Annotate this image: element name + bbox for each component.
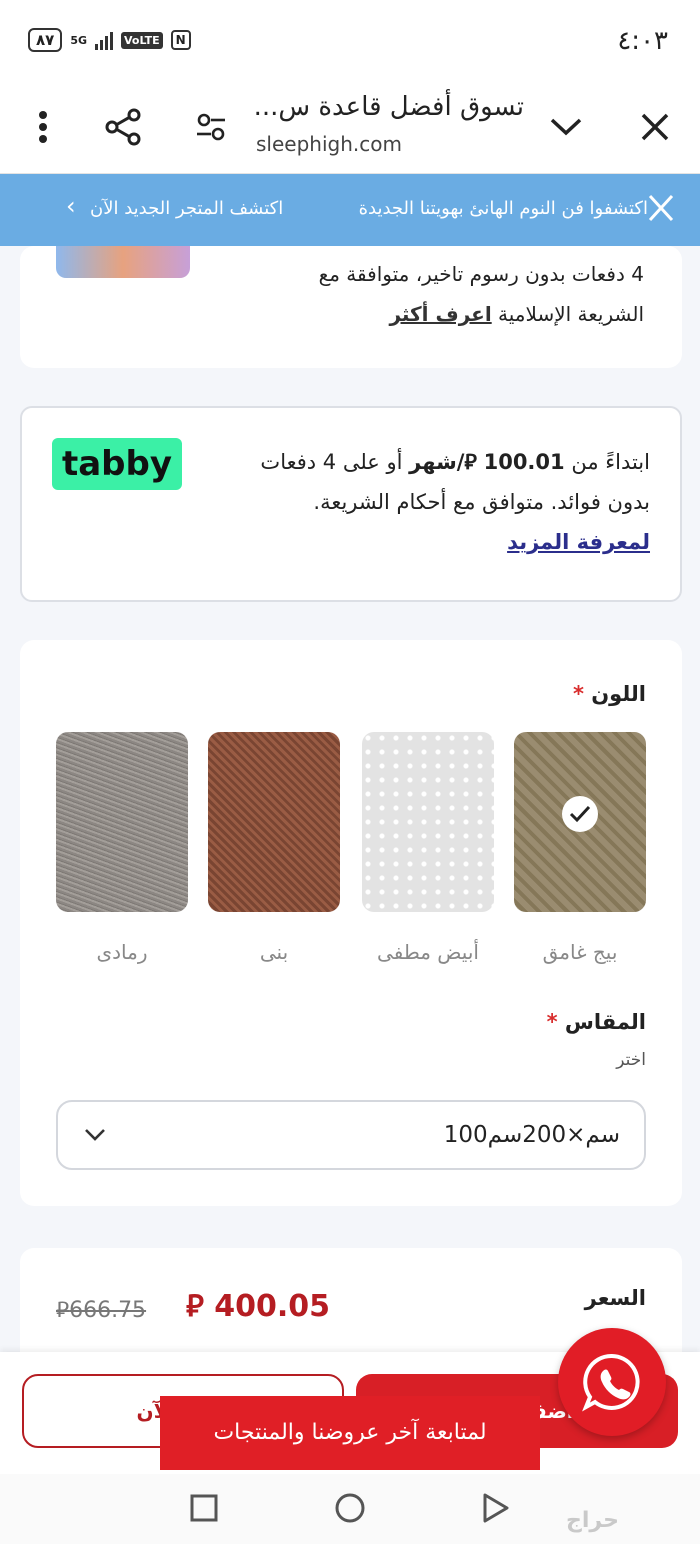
battery-indicator: ٨٧ xyxy=(28,28,63,52)
tabby-currency: ⃁ xyxy=(464,450,477,474)
selected-check-icon xyxy=(562,796,598,832)
browser-app-bar: تسوق أفضل قاعدة س... sleephigh.com xyxy=(0,82,700,174)
tabby-prefix: ابتداءً من xyxy=(571,450,650,474)
signal-icon xyxy=(95,30,113,50)
chevron-left-icon[interactable]: ‹ xyxy=(66,192,76,220)
banner-cta-link[interactable]: اكتشف المتجر الجديد الآن xyxy=(90,198,283,219)
swatch-matte-white[interactable] xyxy=(362,732,494,912)
current-price-currency: ⃁ xyxy=(186,1289,204,1324)
follow-toast[interactable]: لمتابعة آخر عروضنا والمنتجات xyxy=(160,1396,540,1470)
tune-icon xyxy=(197,113,225,141)
swatch-label-matte-white: أبيض مطفى xyxy=(377,940,479,964)
status-bar: ٨٧ 5G VoLTE N ٤:٠٣ xyxy=(0,0,700,82)
tabby-learn-more-link[interactable]: لمعرفة المزيد xyxy=(507,530,650,554)
size-selected-value: 100سم×200سم xyxy=(443,1122,620,1148)
swatch-grey[interactable] xyxy=(56,732,188,912)
tamara-learn-more-link[interactable]: اعرف أكثر xyxy=(389,302,491,326)
recent-apps-icon[interactable] xyxy=(190,1494,218,1522)
old-price: ⃁666.75 xyxy=(56,1296,146,1324)
expand-button[interactable] xyxy=(541,102,591,152)
required-star: * xyxy=(572,682,584,706)
tabby-logo: tabby xyxy=(52,438,182,490)
swatch-label-dark-beige: بيج غامق xyxy=(542,940,618,964)
network-type: 5G xyxy=(70,33,87,47)
share-icon xyxy=(105,108,141,146)
home-icon[interactable] xyxy=(334,1492,366,1524)
tamara-line-1: 4 دفعات بدون رسوم تاخير، متوافقة مع xyxy=(318,262,644,286)
back-icon[interactable] xyxy=(482,1493,510,1523)
color-label-text: اللون xyxy=(591,682,646,706)
tabby-line-2: بدون فوائد. متوافق مع أحكام الشريعة. xyxy=(313,490,650,514)
old-price-value: 666.75 xyxy=(69,1298,147,1323)
swatch-label-grey: رمادى xyxy=(96,940,148,964)
page-settings-button[interactable] xyxy=(186,102,236,152)
tamara-logo xyxy=(56,246,190,278)
whatsapp-button[interactable] xyxy=(558,1328,666,1436)
tamara-line-2: الشريعة الإسلامية xyxy=(498,302,644,326)
swatch-dark-beige[interactable] xyxy=(514,732,646,912)
tabby-card: tabby ابتداءً من 100.01 ⃁/شهر أو على 4 د… xyxy=(20,406,682,602)
clock: ٤:٠٣ xyxy=(617,26,668,56)
color-label: اللون * xyxy=(573,682,646,706)
status-icons: ٨٧ 5G VoLTE N xyxy=(28,28,191,52)
chevron-down-icon xyxy=(85,1129,105,1141)
watermark-logo: حراج xyxy=(566,1508,619,1533)
whatsapp-icon xyxy=(582,1353,640,1412)
nfc-icon: N xyxy=(170,30,191,50)
price-label: السعر xyxy=(584,1286,646,1310)
banner-message: اكتشفوا فن النوم الهانئ بهويتنا الجديدة xyxy=(358,198,648,219)
old-price-currency: ⃁ xyxy=(56,1298,70,1323)
tabby-suffix: أو على 4 دفعات xyxy=(260,450,403,474)
required-star: * xyxy=(546,1010,558,1034)
more-vertical-icon xyxy=(39,111,47,143)
more-options-button[interactable] xyxy=(18,102,68,152)
volte-icon: VoLTE xyxy=(121,31,163,49)
close-tab-button[interactable] xyxy=(630,102,680,152)
size-select[interactable]: 100سم×200سم xyxy=(56,1100,646,1170)
size-hint: اختر xyxy=(616,1050,646,1070)
tabby-description: ابتداءً من 100.01 ⃁/شهر أو على 4 دفعات ب… xyxy=(210,442,650,562)
chevron-down-icon xyxy=(550,118,582,136)
size-label: المقاس * xyxy=(547,1010,646,1034)
current-price-value: 400.05 xyxy=(214,1289,331,1324)
share-button[interactable] xyxy=(98,102,148,152)
close-banner-icon[interactable] xyxy=(646,190,676,226)
announcement-banner: اكتشفوا فن النوم الهانئ بهويتنا الجديدة … xyxy=(0,174,700,246)
tabby-amount: 100.01 xyxy=(483,450,565,474)
tamara-description: 4 دفعات بدون رسوم تاخير، متوافقة مع الشر… xyxy=(244,254,644,334)
page-url[interactable]: sleephigh.com xyxy=(256,132,402,156)
swatch-brown[interactable] xyxy=(208,732,340,912)
close-icon xyxy=(641,113,669,141)
page-title: تسوق أفضل قاعدة س... xyxy=(253,92,524,122)
tabby-per: /شهر xyxy=(409,450,465,474)
current-price: ⃁ 400.05 xyxy=(186,1286,330,1325)
swatch-label-brown: بنى xyxy=(259,940,289,964)
size-label-text: المقاس xyxy=(564,1010,646,1034)
